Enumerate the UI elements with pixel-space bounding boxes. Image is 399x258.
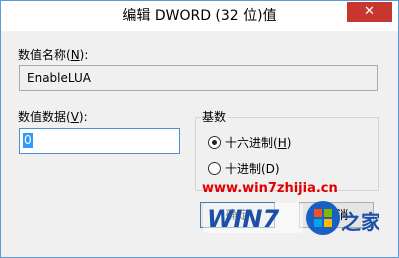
value-data-text: 0 <box>23 133 33 148</box>
radio-dec-label[interactable]: 十进制(D) <box>225 160 280 177</box>
radio-hex-label[interactable]: 十六进制(H) <box>225 134 291 151</box>
close-button[interactable]: ✕ <box>347 2 392 22</box>
base-group-title: 基数 <box>200 108 229 125</box>
base-groupbox <box>195 117 379 191</box>
edit-dword-dialog: 编辑 DWORD (32 位)值 ✕ 数值名称(N): EnableLUA 数值… <box>0 0 399 258</box>
value-data-input[interactable]: 0 <box>19 128 180 154</box>
value-name-field: EnableLUA <box>19 65 378 91</box>
close-icon: ✕ <box>364 4 375 19</box>
title-bar[interactable]: 编辑 DWORD (32 位)值 ✕ <box>1 1 398 31</box>
radio-hex-circle[interactable] <box>208 136 221 149</box>
radio-dec-circle[interactable] <box>208 162 221 175</box>
logo-text: WIN7 <box>207 205 279 233</box>
win7-logo-watermark: WIN7 之家 <box>203 201 379 235</box>
radio-selected-dot <box>212 140 217 145</box>
value-data-label: 数值数据(V): <box>18 110 88 124</box>
watermark-url: www.win7zhijia.cn <box>202 181 338 196</box>
dialog-title: 编辑 DWORD (32 位)值 <box>122 8 277 24</box>
logo-suffix: 之家 <box>341 210 379 234</box>
value-name-label: 数值名称(N): <box>18 48 89 62</box>
